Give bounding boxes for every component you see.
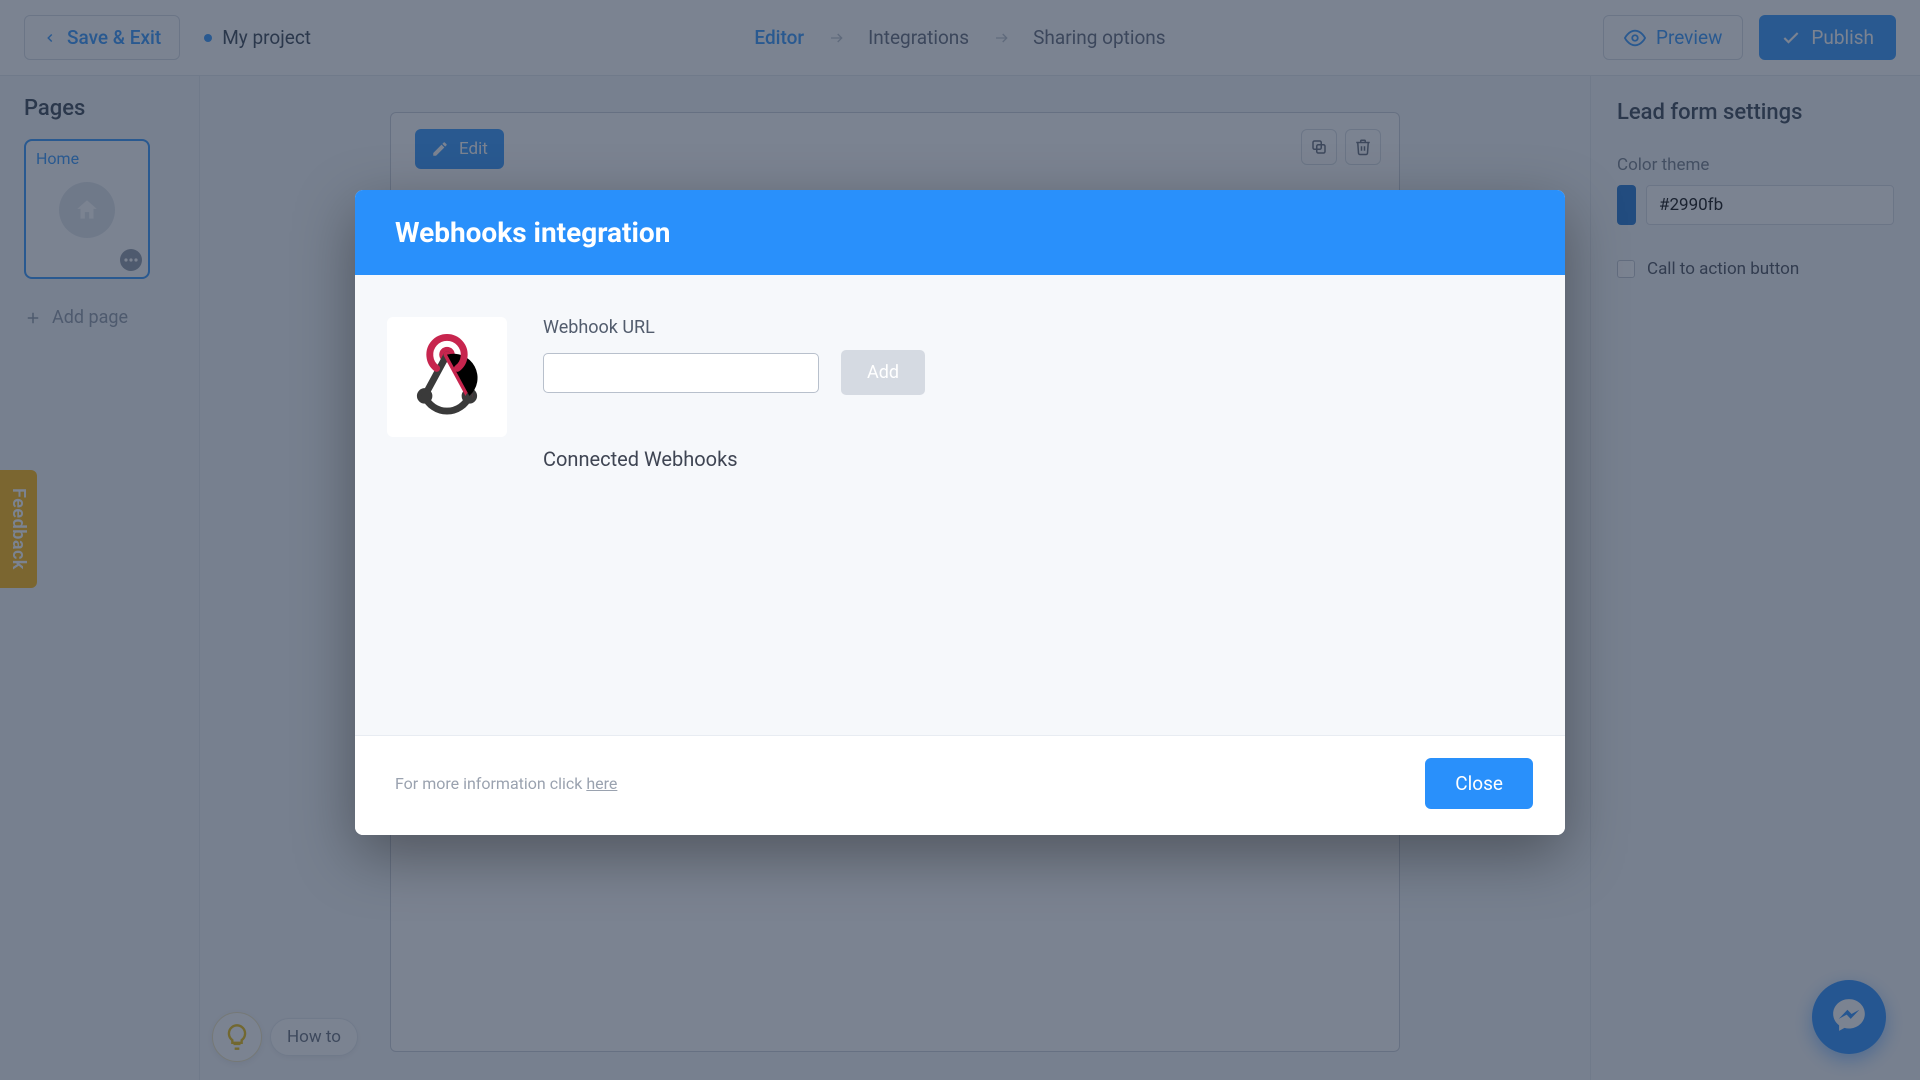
close-modal-button[interactable]: Close xyxy=(1425,758,1533,809)
webhooks-integration-modal: Webhooks integration Webhook U xyxy=(355,190,1565,835)
webhook-url-input[interactable] xyxy=(543,353,819,393)
modal-info-text: For more information click here xyxy=(395,774,617,793)
add-webhook-button[interactable]: Add xyxy=(841,350,925,395)
modal-overlay[interactable]: Webhooks integration Webhook U xyxy=(0,0,1920,1080)
webhook-url-label: Webhook URL xyxy=(543,317,1525,338)
connected-webhooks-label: Connected Webhooks xyxy=(543,447,1525,471)
webhooks-logo-icon xyxy=(387,317,507,437)
info-here-link[interactable]: here xyxy=(586,774,617,793)
modal-title: Webhooks integration xyxy=(355,190,1565,275)
